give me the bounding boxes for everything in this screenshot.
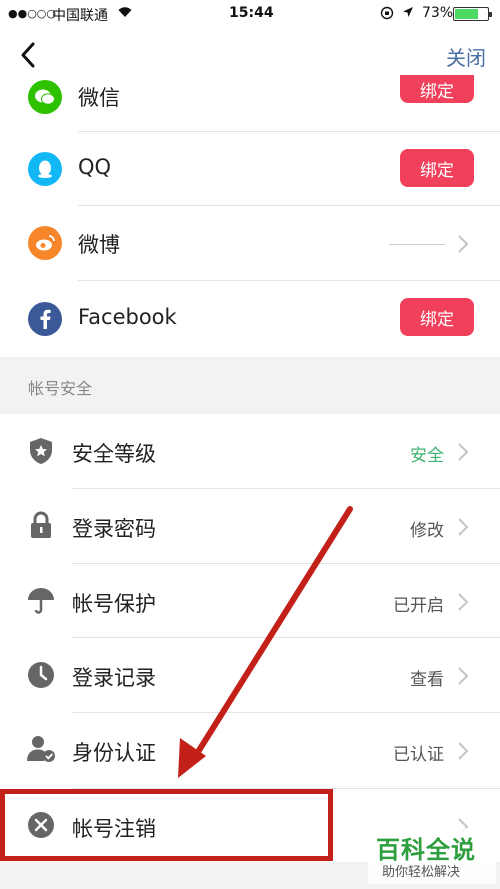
social-label: Facebook: [78, 305, 177, 329]
bind-button[interactable]: 绑定: [400, 298, 474, 336]
bind-button[interactable]: 绑定: [400, 149, 474, 187]
security-row-login-history[interactable]: 登录记录 查看: [0, 638, 500, 713]
qq-icon: [28, 152, 62, 186]
social-row-weibo[interactable]: 微博: [0, 206, 500, 281]
social-row-facebook[interactable]: Facebook 绑定: [0, 281, 500, 357]
security-value: 查看: [410, 670, 444, 690]
back-button[interactable]: [14, 40, 44, 70]
chevron-right-icon: [456, 665, 470, 687]
status-time: 15:44: [229, 5, 274, 21]
bind-button[interactable]: 绑定: [400, 75, 474, 103]
orientation-lock-icon: [380, 6, 394, 23]
chevron-right-icon: [456, 740, 470, 762]
shield-star-icon: [26, 436, 56, 466]
chevron-right-icon: [456, 441, 470, 463]
social-label: QQ: [78, 155, 112, 179]
clock-icon: [26, 660, 56, 690]
lock-icon: [26, 510, 56, 540]
weibo-icon: [28, 226, 62, 260]
social-label: 微信: [78, 86, 120, 110]
watermark-title: 百科全说: [376, 836, 476, 864]
chevron-right-icon: [456, 233, 470, 255]
security-value: 修改: [410, 521, 444, 541]
chevron-right-icon: [456, 516, 470, 538]
social-row-wechat[interactable]: 微信 绑定: [0, 75, 500, 132]
security-value: 安全: [410, 446, 444, 466]
status-bar: ●●○○○ 中国联通 15:44 73%: [0, 0, 500, 28]
security-row-protection[interactable]: 帐号保护 已开启: [0, 564, 500, 638]
facebook-icon: [28, 302, 62, 336]
carrier-name: 中国联通: [52, 8, 108, 24]
location-icon: [402, 6, 414, 21]
wifi-icon: [117, 4, 133, 22]
watermark-subtitle: 助你轻松解决: [382, 865, 461, 880]
battery-percent: 73%: [422, 5, 454, 21]
security-value: 已认证: [393, 745, 444, 765]
section-header: 帐号安全: [0, 357, 500, 414]
security-row-level[interactable]: 安全等级 安全: [0, 414, 500, 489]
signal-strength-icon: ●●○○○: [8, 7, 56, 20]
security-label: 登录密码: [72, 517, 156, 541]
section-title: 帐号安全: [28, 379, 93, 398]
battery-icon: [453, 7, 492, 21]
wechat-icon: [28, 80, 62, 114]
security-label: 身份认证: [72, 741, 156, 765]
user-verified-icon: [26, 734, 56, 764]
security-label: 安全等级: [72, 442, 156, 466]
social-row-qq[interactable]: QQ 绑定: [0, 132, 500, 206]
chevron-right-icon: [456, 591, 470, 613]
annotation-highlight-box: [0, 789, 333, 861]
social-label: 微博: [78, 233, 120, 257]
security-label: 帐号保护: [72, 592, 156, 616]
security-row-identity[interactable]: 身份认证 已认证: [0, 713, 500, 789]
watermark: 百科全说 助你轻松解决: [368, 828, 496, 884]
security-value: 已开启: [393, 596, 444, 616]
security-row-password[interactable]: 登录密码 修改: [0, 489, 500, 564]
weibo-status-placeholder: [389, 244, 445, 245]
close-button[interactable]: 关闭: [446, 42, 486, 71]
battery-fill: [455, 9, 479, 19]
security-label: 登录记录: [72, 666, 156, 690]
umbrella-icon: [26, 585, 56, 615]
chevron-left-icon: [21, 42, 35, 68]
